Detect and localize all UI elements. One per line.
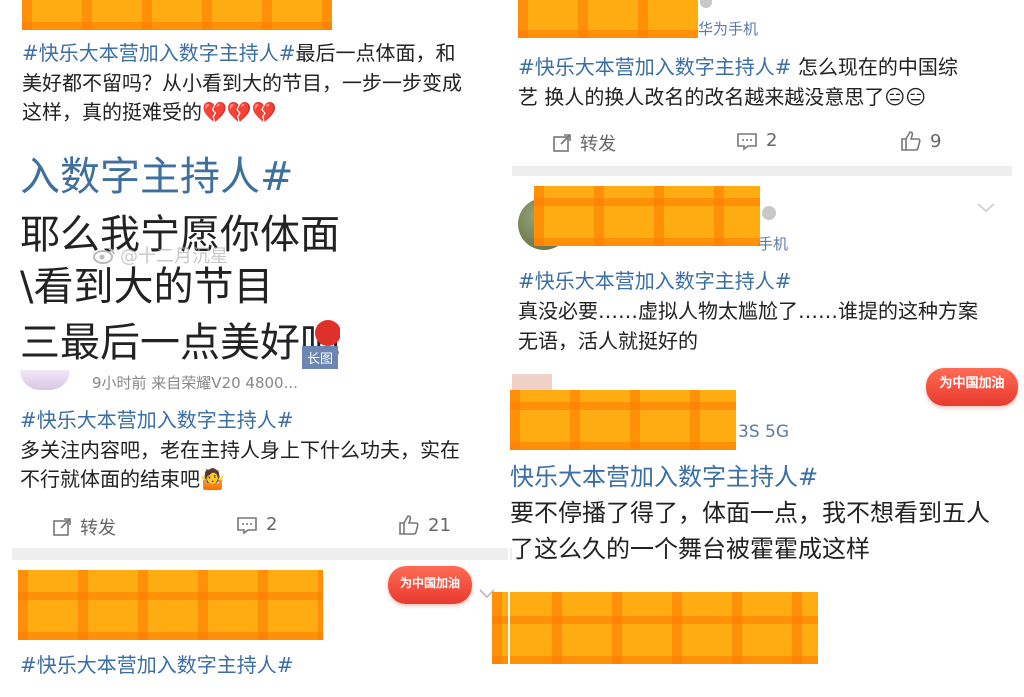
post-text: #快乐大本营加入数字主持人# xyxy=(20,650,294,680)
thumbs-up-icon xyxy=(399,515,419,535)
long-image-badge: 长图 xyxy=(302,346,339,369)
column-divider xyxy=(508,0,510,697)
post-text: #快乐大本营加入数字主持人# xyxy=(518,266,792,296)
redacted-header xyxy=(534,186,760,246)
redacted-header xyxy=(22,0,332,30)
post-text-line: 了这么久的一个舞台被霍霍成这样 xyxy=(510,535,870,563)
hashtag-link[interactable]: #快乐大本营加入数字主持人# xyxy=(22,41,296,65)
image-text: 三最后一点美好吧 xyxy=(20,320,340,366)
verified-icon xyxy=(700,0,712,8)
repost-icon xyxy=(553,134,571,152)
post-text-line: 要不停播了得了，体面一点，我不想看到五人 xyxy=(510,499,990,527)
hashtag-link[interactable]: #快乐大本营加入数字主持人# xyxy=(20,653,294,677)
repost-button[interactable]: 转发 xyxy=(552,130,616,156)
post-device: 手机 xyxy=(758,235,789,253)
broken-heart-icon xyxy=(315,320,340,346)
post-text-line: 真没必要……虚拟人物太尴尬了……谁提的这种方案 xyxy=(518,299,978,323)
comment-button[interactable]: 2 xyxy=(236,514,277,535)
comment-icon xyxy=(737,132,757,151)
verified-icon xyxy=(762,206,776,220)
comment-button[interactable]: 2 xyxy=(736,130,777,151)
like-button[interactable]: 9 xyxy=(900,130,941,152)
post-text: #快乐大本营加入数字主持人# 怎么现在的中国综 xyxy=(518,55,958,79)
post-divider xyxy=(12,548,512,560)
post-text-line: 无语，活人就挺好的 xyxy=(518,329,698,353)
redacted-header xyxy=(518,0,698,38)
redacted-header xyxy=(492,592,818,664)
china-support-badge: 为中国加油 xyxy=(388,566,472,604)
redacted-header xyxy=(510,390,736,450)
hashtag-link[interactable]: #快乐大本营加入数字主持人# xyxy=(518,55,792,79)
image-text: 入数字主持人# xyxy=(20,154,294,200)
post-meta: 9小时前 来自荣耀V20 4800... xyxy=(92,374,298,392)
hashtag-link[interactable]: #快乐大本营加入数字主持人# xyxy=(20,408,294,432)
post-text-line: 这样，真的挺难受的💔💔💔 xyxy=(22,100,277,124)
weibo-icon xyxy=(93,248,115,264)
post-image[interactable]: 入数字主持人# 耶么我宁愿你体面- \看到大的节目 三最后一点美好吧 @十二月沉… xyxy=(20,148,340,370)
comment-icon xyxy=(237,516,257,535)
post-device: 华为手机 xyxy=(698,20,759,38)
repost-icon xyxy=(53,518,71,536)
broken-heart-emoji: 💔💔💔 xyxy=(202,100,277,124)
hashtag-link[interactable]: #快乐大本营加入数字主持人# xyxy=(518,269,792,293)
avatar[interactable] xyxy=(512,374,552,390)
post-divider xyxy=(512,166,1012,176)
post-text: #快乐大本营加入数字主持人# xyxy=(20,405,294,435)
chevron-down-icon[interactable] xyxy=(976,202,996,214)
post-text-line: 美好都不留吗？从小看到大的节目，一步一步变成 xyxy=(22,71,462,95)
post-text-line: 不行就体面的结束吧🤷 xyxy=(20,467,225,491)
repost-button[interactable]: 转发 xyxy=(52,514,116,540)
redacted-header xyxy=(18,570,323,640)
post-text-line: 艺 换人的换人改名的改名越来越没意思了😑😑 xyxy=(518,85,927,109)
post-device: 3S 5G xyxy=(738,422,789,442)
hashtag-link[interactable]: 快乐大本营加入数字主持人# xyxy=(510,463,818,491)
post-text-line: 多关注内容吧，老在主持人身上下什么功夫，实在 xyxy=(20,438,460,462)
image-text: \看到大的节目 xyxy=(20,264,274,310)
weibo-watermark: @十二月沉星 xyxy=(92,242,228,268)
like-button[interactable]: 21 xyxy=(398,514,451,536)
china-support-badge: 为中国加油 xyxy=(926,368,1018,406)
avatar[interactable] xyxy=(20,370,70,390)
post-text: #快乐大本营加入数字主持人#最后一点体面，和 xyxy=(22,41,456,65)
post-text: 快乐大本营加入数字主持人# xyxy=(510,460,818,494)
thumbs-up-icon xyxy=(901,131,921,151)
